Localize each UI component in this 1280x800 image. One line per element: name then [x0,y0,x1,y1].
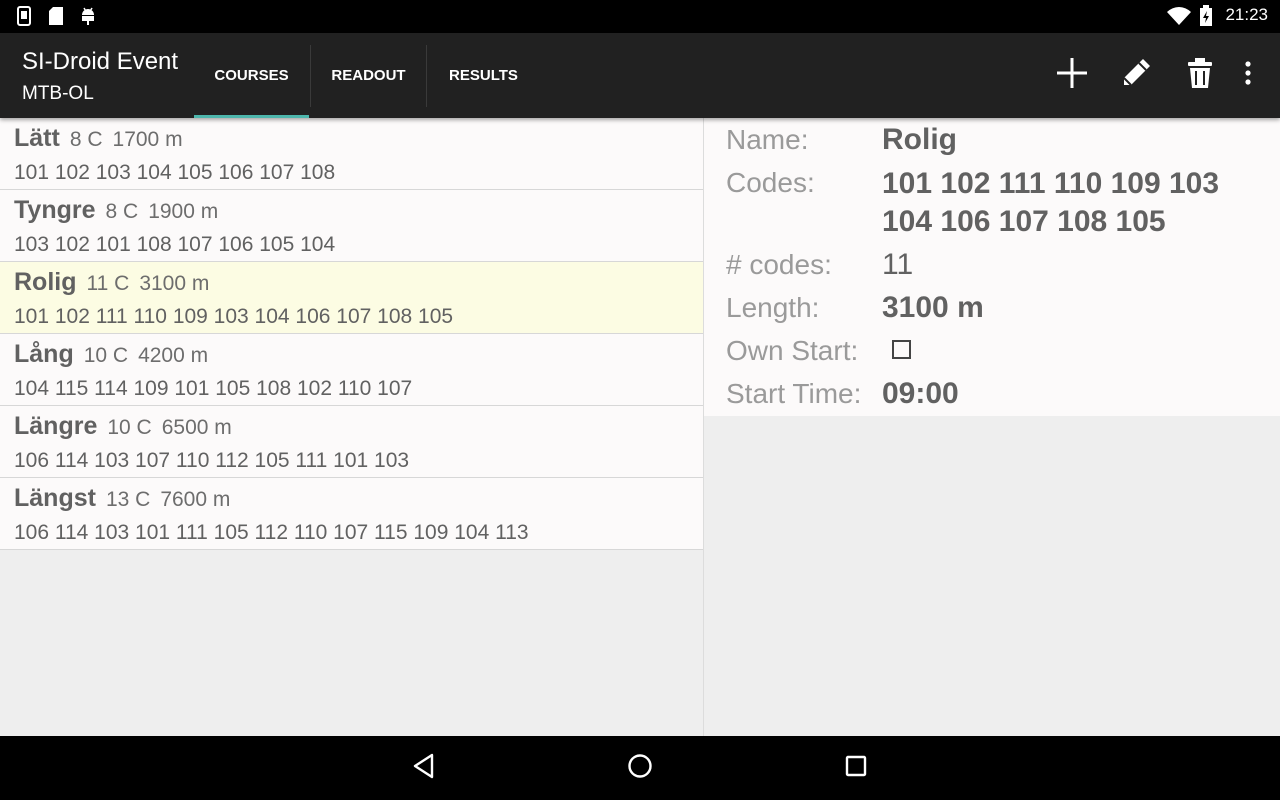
course-name: Rolig [14,268,77,296]
course-codes: 106 114 103 107 110 112 105 111 101 103 [14,449,410,472]
course-length: 4200 m [138,344,209,367]
battery-charging-icon [1199,5,1213,26]
delete-icon [1186,56,1214,94]
length-value: 3100 m [882,291,984,324]
add-course-button[interactable] [1050,53,1094,97]
edit-icon [1119,56,1153,94]
start-time-label: Start Time: [726,378,862,409]
course-length: 3100 m [139,272,210,295]
recents-icon [844,754,868,782]
course-controls: 8 C [105,200,139,223]
course-codes: 106 114 103 101 111 105 112 110 107 115 … [14,521,529,544]
navigation-bar [0,736,1280,800]
course-controls: 10 C [83,344,129,367]
status-bar: 21:23 [0,0,1280,33]
android-debug-icon [79,6,97,26]
edit-course-button[interactable] [1114,53,1158,97]
delete-course-button[interactable] [1178,53,1222,97]
course-codes: 101 102 103 104 105 106 107 108 [14,161,336,184]
length-label: Length: [726,292,820,323]
course-controls: 11 C [86,272,130,295]
own-start-checkbox[interactable] [892,340,911,359]
course-codes: 101 102 111 110 109 103 104 106 107 108 … [14,305,454,328]
codes-value: 101 102 111 110 109 103 104 106 107 108 … [882,167,1220,238]
course-row-rolig[interactable]: Rolig 11 C 3100 m 101 102 111 110 109 103 … [0,262,703,334]
course-name: Längst [14,484,96,512]
tab-results[interactable]: RESULTS [427,33,540,118]
course-length: 1900 m [148,200,219,223]
num-codes-label: # codes: [726,249,832,280]
codes-label: Codes: [726,167,815,198]
app-subtitle: MTB-OL [22,83,94,104]
app-title: SI-Droid Event [22,48,179,75]
course-codes: 104 115 114 109 101 105 108 102 110 107 [14,377,413,400]
status-time: 21:23 [1225,5,1268,24]
name-value: Rolig [882,123,957,156]
course-controls: 13 C [105,488,151,511]
wifi-icon [1166,6,1192,26]
home-button[interactable] [620,750,660,786]
course-name: Längre [14,412,98,440]
course-row-lang[interactable]: Lång 10 C 4200 m 104 115 114 109 101 105 1… [0,334,703,406]
sd-card-icon [47,6,65,26]
course-list[interactable]: Lätt 8 C 1700 m 101 102 103 104 105 106 10… [0,118,703,736]
course-length: 6500 m [161,416,232,439]
course-name: Lång [14,340,74,368]
course-length: 1700 m [112,128,183,151]
overflow-menu-button[interactable] [1226,53,1270,97]
course-codes: 103 102 101 108 107 106 105 104 [14,233,336,256]
back-icon [412,753,436,783]
recents-button[interactable] [836,750,876,786]
back-button[interactable] [404,750,444,786]
course-detail-panel: Name: Rolig Codes: 101 102 111 110 109 1… [704,118,1280,416]
course-controls: 8 C [69,128,103,151]
tab-courses[interactable]: COURSES [194,33,309,118]
content-area: Lätt 8 C 1700 m 101 102 103 104 105 106 10… [0,118,1280,736]
action-bar: SI-Droid Event MTB-OL COURSES READOUT RE… [0,33,1280,118]
home-icon [627,753,653,783]
course-row-tyngre[interactable]: Tyngre 8 C 1900 m 103 102 101 108 107 106 … [0,190,703,262]
own-start-label: Own Start: [726,335,859,366]
add-icon [1055,56,1089,94]
phone-notification-icon [16,6,32,26]
course-row-latt[interactable]: Lätt 8 C 1700 m 101 102 103 104 105 106 10… [0,118,703,190]
overflow-menu-icon [1244,61,1252,89]
course-name: Tyngre [14,196,96,224]
course-name: Lätt [14,124,60,152]
course-row-langst[interactable]: Längst 13 C 7600 m 106 114 103 101 111 105… [0,478,703,550]
name-label: Name: [726,124,809,155]
tab-readout[interactable]: READOUT [311,33,426,118]
course-row-langre[interactable]: Längre 10 C 6500 m 106 114 103 107 110 112… [0,406,703,478]
course-controls: 10 C [107,416,152,439]
start-time-value[interactable]: 09:00 [882,377,959,411]
num-codes-value: 11 [882,248,914,281]
course-length: 7600 m [160,488,231,511]
